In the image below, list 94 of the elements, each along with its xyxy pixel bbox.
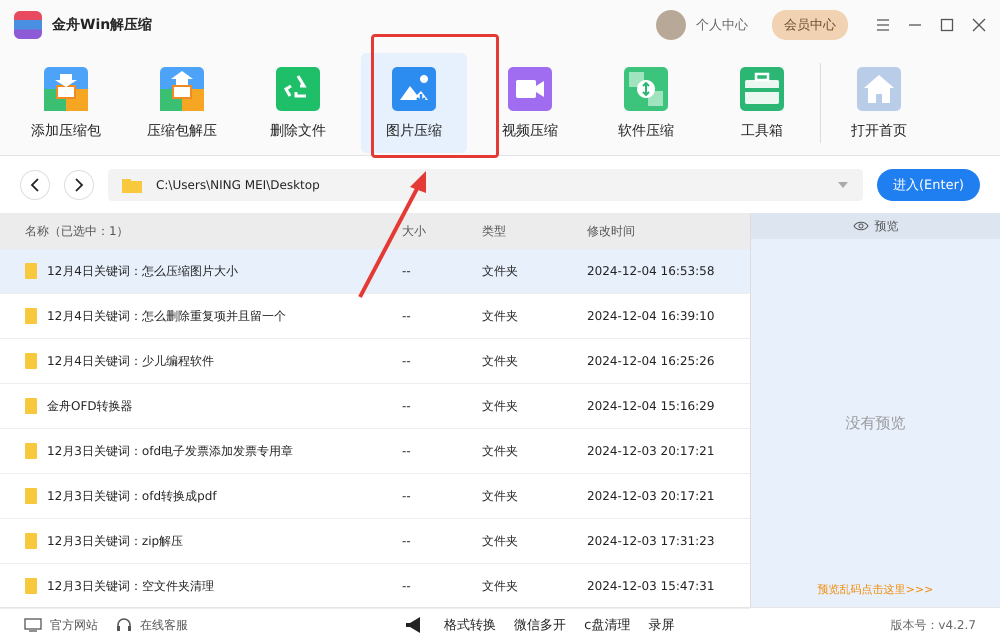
folder-icon — [122, 176, 142, 192]
file-size: -- — [402, 489, 412, 503]
file-name: 12月3日关键词：空文件夹清理 — [47, 578, 214, 594]
file-modified: 2024-12-04 16:25:26 — [587, 354, 716, 368]
file-name: 金舟OFD转换器 — [47, 398, 133, 414]
column-header[interactable]: 大小 — [402, 222, 482, 240]
file-type: 文件夹 — [482, 262, 519, 280]
file-name: 12月3日关键词：ofd电子发票添加发票专用章 — [47, 442, 294, 460]
file-modified: 2024-12-04 16:39:10 — [587, 309, 716, 323]
file-row[interactable]: 12月3日关键词：空文件夹清理 -- 文件夹 2024-12-03 15:47:31 — [0, 564, 750, 609]
chevron-right-icon — [74, 178, 84, 192]
preview-title: 预览 — [874, 218, 898, 234]
home-icon — [856, 66, 902, 112]
footer-tool-link[interactable]: 微信多开 — [514, 616, 566, 634]
no-preview-text: 没有预览 — [846, 414, 906, 432]
menu-icon[interactable] — [876, 18, 890, 32]
toolbar-button[interactable]: 删除文件 — [245, 52, 351, 152]
app-title: 金舟Win解压缩 — [52, 16, 152, 34]
toolbox-icon — [739, 66, 785, 112]
file-modified: 2024-12-04 15:16:29 — [587, 399, 716, 413]
file-size: -- — [402, 309, 412, 323]
folder-icon — [25, 398, 37, 414]
video-icon — [507, 66, 553, 112]
file-row[interactable]: 12月4日关键词：怎么压缩图片大小 -- 文件夹 2024-12-04 16:53:58 — [0, 249, 750, 294]
file-size: -- — [402, 534, 412, 548]
file-size: -- — [402, 264, 412, 278]
footer-link[interactable]: 在线客服 — [140, 616, 188, 634]
file-name: 12月3日关键词：zip解压 — [47, 532, 184, 550]
column-header[interactable]: 修改时间 — [587, 222, 737, 240]
toolbar-button[interactable]: 软件压缩 — [593, 52, 699, 152]
software-icon — [623, 66, 669, 112]
file-name: 12月4日关键词：少儿编程软件 — [47, 352, 214, 370]
extract-icon — [159, 66, 205, 112]
file-row[interactable]: 12月4日关键词：怎么删除重复项并且留一个 -- 文件夹 2024-12-04 16:39:10 — [0, 294, 750, 339]
file-modified: 2024-12-03 20:17:21 — [587, 444, 716, 458]
folder-icon — [25, 308, 37, 324]
monitor-icon — [24, 618, 42, 632]
chevron-left-icon — [30, 178, 40, 192]
file-name: 12月4日关键词：怎么删除重复项并且留一个 — [47, 308, 286, 324]
add-icon — [43, 66, 89, 112]
file-type: 文件夹 — [482, 488, 519, 504]
file-name: 12月3日关键词：ofd转换成pdf — [47, 488, 217, 504]
file-modified: 2024-12-03 20:17:21 — [587, 489, 716, 503]
toolbar-button[interactable]: 图片压缩 — [361, 52, 467, 152]
file-type: 文件夹 — [482, 352, 519, 370]
file-type: 文件夹 — [482, 442, 519, 460]
footer-tool-link[interactable]: 录屏 — [648, 616, 674, 634]
folder-icon — [25, 533, 37, 549]
folder-icon — [25, 488, 37, 504]
image-icon — [391, 66, 437, 112]
file-name: 12月4日关键词：怎么压缩图片大小 — [47, 262, 238, 280]
back-button[interactable] — [20, 170, 50, 200]
folder-icon — [25, 443, 37, 459]
file-modified: 2024-12-03 15:47:31 — [587, 579, 716, 593]
file-row[interactable]: 12月3日关键词：ofd转换成pdf -- 文件夹 2024-12-03 20:17:21 — [0, 474, 750, 519]
enter-button[interactable]: 进入(Enter) — [876, 168, 980, 200]
toolbar-button[interactable]: 工具箱 — [709, 52, 815, 152]
path-field[interactable]: C:\Users\NING MEI\Desktop — [108, 168, 863, 200]
footer-tool-link[interactable]: 格式转换 — [444, 616, 496, 634]
close-icon[interactable] — [972, 18, 986, 32]
file-row[interactable]: 金舟OFD转换器 -- 文件夹 2024-12-04 15:16:29 — [0, 384, 750, 429]
file-size: -- — [402, 444, 412, 458]
app-logo-icon — [14, 11, 42, 39]
footer-tool-link[interactable]: c盘清理 — [584, 616, 630, 634]
eye-icon — [852, 221, 868, 231]
folder-icon — [25, 263, 37, 279]
file-type: 文件夹 — [482, 398, 519, 414]
file-size: -- — [402, 354, 412, 368]
toolbar-button[interactable]: 添加压缩包 — [13, 52, 119, 152]
file-type: 文件夹 — [482, 308, 519, 324]
file-modified: 2024-12-03 17:31:23 — [587, 534, 716, 548]
toolbar-button[interactable]: 视频压缩 — [477, 52, 583, 152]
version-text: 版本号：v4.2.7 — [890, 616, 976, 634]
folder-icon — [25, 353, 37, 369]
column-header[interactable]: 名称（已选中：1） — [0, 222, 402, 240]
file-type: 文件夹 — [482, 532, 519, 550]
file-row[interactable]: 12月3日关键词：ofd电子发票添加发票专用章 -- 文件夹 2024-12-03 20:17:21 — [0, 429, 750, 474]
toolbar-button[interactable]: 打开首页 — [826, 52, 932, 152]
vip-center-button[interactable]: 会员中心 — [772, 10, 848, 40]
forward-button[interactable] — [64, 170, 94, 200]
delete-icon — [275, 66, 321, 112]
file-type: 文件夹 — [482, 578, 519, 594]
file-size: -- — [402, 579, 412, 593]
file-row[interactable]: 12月4日关键词：少儿编程软件 -- 文件夹 2024-12-04 16:25:26 — [0, 339, 750, 384]
footer-link[interactable]: 官方网站 — [50, 616, 98, 634]
maximize-icon[interactable] — [940, 18, 954, 32]
column-header[interactable]: 类型 — [482, 222, 587, 240]
folder-icon — [25, 578, 37, 594]
headset-icon — [116, 617, 132, 633]
toolbar-button[interactable]: 压缩包解压 — [129, 52, 235, 152]
file-modified: 2024-12-04 16:53:58 — [587, 264, 716, 278]
file-row[interactable]: 12月3日关键词：zip解压 -- 文件夹 2024-12-03 17:31:23 — [0, 519, 750, 564]
file-size: -- — [402, 399, 412, 413]
user-center-link[interactable]: 个人中心 — [696, 16, 748, 34]
